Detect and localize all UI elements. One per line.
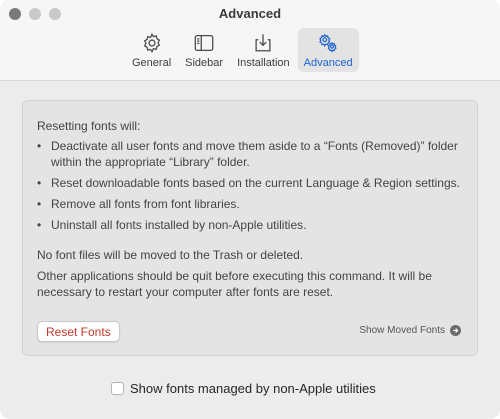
window-title: Advanced xyxy=(218,6,282,21)
tab-advanced[interactable]: Advanced xyxy=(297,28,359,72)
tab-advanced-label: Advanced xyxy=(303,57,353,69)
list-item: Remove all fonts from font libraries. xyxy=(37,196,462,212)
font-book-settings-window: Advanced General Sidebar Installation Ad… xyxy=(0,0,500,419)
sidebar-icon xyxy=(194,35,214,51)
arrow-right-circle-icon xyxy=(450,325,461,336)
list-item: Uninstall all fonts installed by non-App… xyxy=(37,217,462,233)
reset-fonts-button[interactable]: Reset Fonts xyxy=(37,321,120,342)
download-tray-icon xyxy=(255,34,271,52)
gear-icon xyxy=(143,32,160,54)
tab-installation[interactable]: Installation xyxy=(231,28,296,72)
show-moved-fonts-label: Show Moved Fonts xyxy=(359,325,445,336)
settings-toolbar: General Sidebar Installation Advanced xyxy=(126,28,359,72)
title-bar: Advanced General Sidebar Installation Ad… xyxy=(0,0,500,81)
non-apple-fonts-option[interactable]: Show fonts managed by non-Apple utilitie… xyxy=(111,381,376,396)
tab-sidebar-label: Sidebar xyxy=(185,57,224,69)
reset-fonts-panel: Resetting fonts will: Deactivate all use… xyxy=(22,100,478,356)
tab-installation-label: Installation xyxy=(237,57,290,69)
show-moved-fonts-link[interactable]: Show Moved Fonts xyxy=(359,325,461,336)
non-apple-fonts-label: Show fonts managed by non-Apple utilitie… xyxy=(130,381,376,396)
reset-intro-text: Resetting fonts will: xyxy=(37,119,141,133)
gears-icon xyxy=(319,33,337,53)
restart-note: Other applications should be quit before… xyxy=(37,269,432,299)
trash-note: No font files will be moved to the Trash… xyxy=(37,248,304,262)
tab-general[interactable]: General xyxy=(126,28,177,72)
list-item: Deactivate all user fonts and move them … xyxy=(37,138,462,170)
non-apple-fonts-checkbox[interactable] xyxy=(111,382,124,395)
tab-sidebar[interactable]: Sidebar xyxy=(179,28,229,72)
list-item: Reset downloadable fonts based on the cu… xyxy=(37,175,462,191)
reset-effects-list: Deactivate all user fonts and move them … xyxy=(37,138,462,238)
tab-general-label: General xyxy=(132,57,172,69)
